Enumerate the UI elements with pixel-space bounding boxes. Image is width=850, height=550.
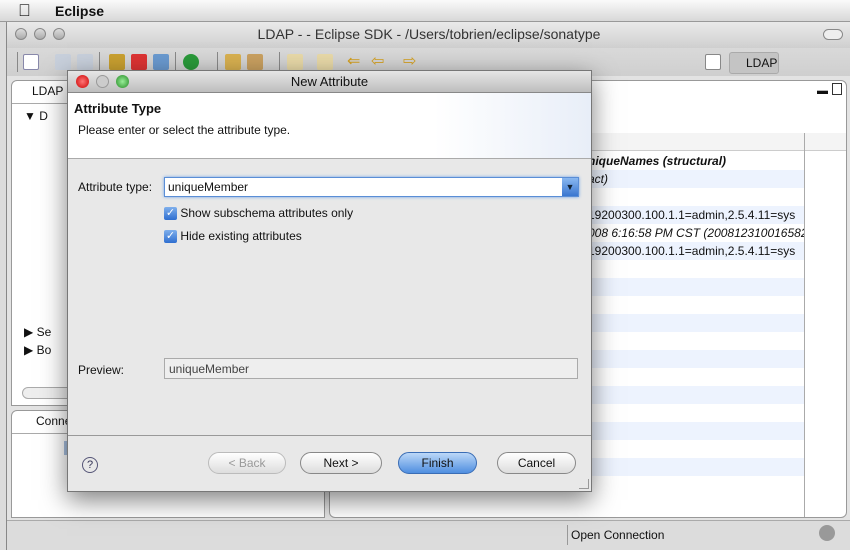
tab-ldap[interactable]: LDAP (32, 81, 63, 101)
table-row[interactable] (584, 422, 804, 440)
pen-icon[interactable] (247, 54, 263, 70)
table-row[interactable] (584, 368, 804, 386)
next-button[interactable]: Next > (300, 452, 382, 474)
table-row[interactable] (584, 332, 804, 350)
app-menu[interactable]: Eclipse (55, 3, 104, 19)
table-row[interactable] (584, 314, 804, 332)
resize-grip[interactable] (579, 479, 589, 489)
prev-annotation-icon[interactable] (317, 54, 333, 70)
chevron-down-icon[interactable]: ▼ (562, 178, 578, 196)
attribute-type-combo[interactable]: uniqueMember ▼ (164, 177, 579, 197)
table-row[interactable]: 19200300.100.1.1=admin,2.5.4.11=sys (584, 242, 804, 260)
perspective-label: LDAP (746, 56, 778, 70)
table-row[interactable] (584, 278, 804, 296)
open-perspective-icon[interactable] (705, 54, 721, 70)
table-row[interactable] (584, 350, 804, 368)
tree-item[interactable]: ▶ Bo (24, 343, 51, 357)
cancel-button[interactable]: Cancel (497, 452, 576, 474)
tree-item[interactable]: ▼ D (24, 109, 48, 123)
new-icon[interactable] (23, 54, 39, 70)
table-row[interactable] (584, 188, 804, 206)
disconnect-icon[interactable] (131, 54, 147, 70)
minimize-icon[interactable]: ▬ (817, 85, 828, 97)
table-row[interactable]: 008 6:16:58 PM CST (2008123100165823 (584, 224, 804, 242)
forward-icon[interactable]: ⇨ (403, 54, 419, 70)
dialog-header: Attribute Type Please enter or select th… (68, 93, 591, 159)
zoom-dialog-button[interactable] (116, 75, 129, 88)
table-row[interactable]: act) (584, 170, 804, 188)
back-button[interactable]: < Back (208, 452, 286, 474)
close-dialog-button[interactable] (76, 75, 89, 88)
dialog-titlebar: New Attribute (68, 71, 591, 93)
attribute-type-label: Attribute type: (78, 180, 153, 194)
table-row[interactable] (584, 404, 804, 422)
apple-icon[interactable]:  (18, 1, 31, 21)
back-icon[interactable]: ⇦ (371, 54, 387, 70)
open-folder-icon[interactable] (225, 54, 241, 70)
hide-existing-checkbox[interactable]: ✓ Hide existing attributes (164, 229, 302, 244)
table-row[interactable]: 19200300.100.1.1=admin,2.5.4.11=sys (584, 206, 804, 224)
status-text: Open Connection (571, 528, 665, 542)
finish-button[interactable]: Finish (398, 452, 477, 474)
new-attribute-dialog: New Attribute Attribute Type Please ente… (67, 70, 592, 492)
page-description: Please enter or select the attribute typ… (78, 123, 291, 137)
toolbar-toggle-button[interactable] (823, 29, 843, 40)
connect-icon[interactable] (109, 54, 125, 70)
zoom-window-button[interactable] (53, 28, 65, 40)
maximize-icon[interactable] (832, 83, 842, 95)
tree-item[interactable]: ▶ Se (24, 325, 51, 339)
table-row[interactable] (584, 296, 804, 314)
status-bar: Open Connection (7, 520, 850, 550)
help-icon[interactable]: ? (82, 457, 98, 473)
table-row[interactable] (584, 260, 804, 278)
run-icon[interactable] (183, 54, 199, 70)
table-row[interactable] (584, 458, 804, 476)
table-row[interactable]: niqueNames (structural) (584, 152, 804, 170)
save-icon[interactable] (55, 54, 71, 70)
close-window-button[interactable] (15, 28, 27, 40)
minimize-window-button[interactable] (34, 28, 46, 40)
print-icon[interactable] (77, 54, 93, 70)
page-title: Attribute Type (74, 101, 162, 116)
mac-menubar:  Eclipse (0, 0, 850, 22)
table-row[interactable] (584, 386, 804, 404)
dialog-title: New Attribute (290, 74, 369, 89)
attribute-type-value: uniqueMember (168, 180, 249, 194)
perspective-ldap[interactable]: LDAP (729, 52, 779, 74)
show-subschema-checkbox[interactable]: ✓ Show subschema attributes only (164, 206, 353, 221)
table-row[interactable] (584, 440, 804, 458)
window-title: LDAP - - Eclipse SDK - /Users/tobrien/ec… (257, 26, 601, 42)
window-titlebar: LDAP - - Eclipse SDK - /Users/tobrien/ec… (7, 22, 850, 48)
minimize-dialog-button[interactable] (96, 75, 109, 88)
preview-label: Preview: (78, 363, 125, 377)
preview-field: uniqueMember (164, 358, 578, 379)
progress-icon[interactable] (819, 525, 835, 541)
reconnect-icon[interactable] (153, 54, 169, 70)
last-edit-icon[interactable]: ⇐ (347, 54, 363, 70)
next-annotation-icon[interactable] (287, 54, 303, 70)
